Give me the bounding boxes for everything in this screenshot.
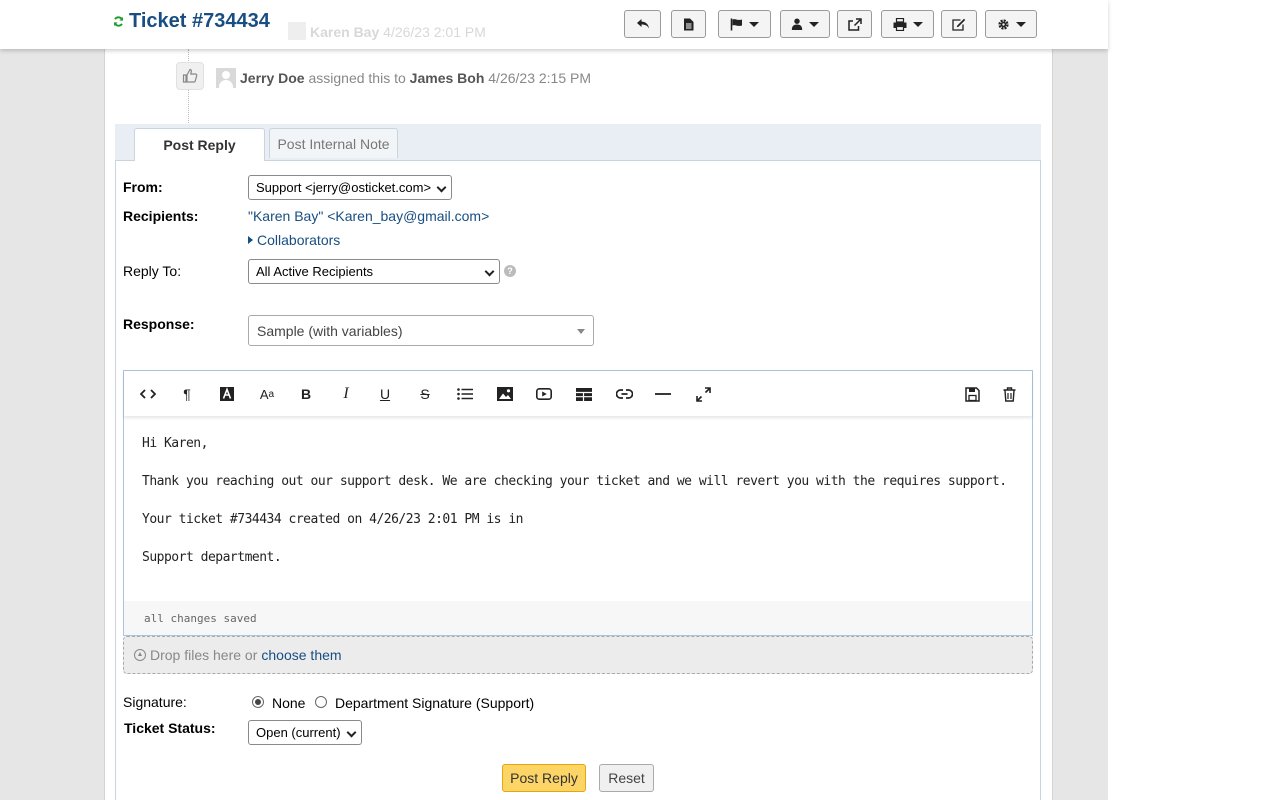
italic-icon[interactable]: I [335,383,357,405]
code-view-icon[interactable] [137,383,159,405]
response-select[interactable]: Sample (with variables) [248,315,594,346]
user-icon [791,18,803,30]
page-title[interactable]: Ticket #734434 [129,10,270,33]
list-icon[interactable] [454,383,476,405]
chevron-down-icon [577,329,585,334]
signature-department-radio[interactable] [315,696,327,708]
ghost-date: 4/26/23 2:01 PM [383,24,486,40]
signature-label: Signature: [123,694,187,710]
strikethrough-icon[interactable]: S [414,383,436,405]
tab-post-internal-note[interactable]: Post Internal Note [269,128,398,158]
editor-paragraph: Support department. [142,550,282,565]
transfer-button[interactable] [837,10,872,38]
upload-icon [134,649,146,661]
from-label: From: [123,179,163,195]
edit-button[interactable] [941,10,977,38]
horizontal-rule-icon[interactable] [652,383,674,405]
link-icon[interactable] [613,383,635,405]
dropzone-text: Drop files here or [150,647,258,663]
reset-button[interactable]: Reset [599,764,654,792]
underline-icon[interactable]: U [374,383,396,405]
gear-icon [997,18,1010,31]
reply-to-label: Reply To: [123,263,182,279]
editor-paragraph: Hi Karen, [142,436,208,451]
choose-files-link[interactable]: choose them [261,647,341,663]
chevron-down-icon [346,727,357,738]
ticket-status-select[interactable]: Open (current) [248,720,362,745]
post-reply-button[interactable]: Post Reply [502,764,586,792]
print-menu-button[interactable] [881,10,934,38]
printer-icon [893,17,907,31]
draft-status: all changes saved [124,601,1032,635]
tab-post-reply[interactable]: Post Reply [134,128,265,161]
chevron-down-icon [1015,21,1026,27]
avatar [216,68,236,88]
caret-right-icon [248,236,253,244]
reply-button[interactable] [624,10,661,38]
reply-icon [636,18,650,30]
table-icon[interactable] [573,383,595,405]
edit-icon [952,18,966,31]
scrolled-entry: Karen Bay 4/26/23 2:01 PM [288,22,486,40]
assign-menu-button[interactable] [780,10,830,38]
editor-paragraph: Your ticket #734434 created on 4/26/23 2… [142,512,523,527]
event-target: James Boh [409,70,485,86]
editor-toolbar: ¶ Aa B I U S [124,371,1032,416]
video-icon[interactable] [533,383,555,405]
editor-content[interactable]: Hi Karen, Thank you reaching out our sup… [142,435,1007,587]
post-note-button[interactable] [671,10,706,38]
reply-editor[interactable]: ¶ Aa B I U S Hi Karen, Thank you reachin… [123,370,1033,636]
event-action: assigned this to [308,70,406,86]
thumbs-up-icon [176,62,204,90]
paragraph-icon[interactable]: ¶ [176,383,198,405]
image-icon[interactable] [494,383,516,405]
chevron-down-icon [484,266,495,277]
ticket-status-label: Ticket Status: [124,720,216,736]
from-select[interactable]: Support <jerry@osticket.com> [248,175,452,200]
ticket-status-value: Open (current) [256,725,341,740]
flag-menu-button[interactable] [718,10,771,38]
title-wrap: Ticket #734434 [113,10,270,33]
settings-menu-button[interactable] [985,10,1037,38]
avatar [288,22,306,40]
response-value: Sample (with variables) [257,322,403,339]
recipients-value[interactable]: "Karen Bay" <Karen_bay@gmail.com> [248,208,489,224]
event-actor: Jerry Doe [240,70,305,86]
ghost-author: Karen Bay [310,24,380,40]
file-dropzone[interactable]: Drop files here or choose them [123,636,1033,674]
trash-icon[interactable] [998,383,1020,405]
response-label: Response: [123,316,195,332]
font-size-icon[interactable]: Aa [255,383,279,405]
editor-paragraph: Thank you reaching out our support desk.… [142,474,1007,489]
save-draft-icon[interactable] [961,383,983,405]
recipients-label: Recipients: [123,208,199,224]
bold-icon[interactable]: B [295,383,317,405]
flag-icon [730,18,743,31]
font-color-icon[interactable] [216,383,238,405]
thread-event: Jerry Doe assigned this to James Boh 4/2… [216,68,591,88]
refresh-icon[interactable] [113,14,124,30]
ticket-header: Karen Bay 4/26/23 2:01 PM Ticket #734434 [0,0,1108,49]
reply-to-select[interactable]: All Active Recipients [248,259,500,284]
help-icon[interactable]: ? [504,265,516,277]
file-icon [683,18,694,31]
chevron-down-icon [436,182,447,193]
chevron-down-icon [912,21,923,27]
signature-none-radio[interactable] [252,696,264,708]
fullscreen-icon[interactable] [692,383,714,405]
collaborators-toggle[interactable]: Collaborators [248,232,340,248]
from-value: Support <jerry@osticket.com> [256,180,432,195]
chevron-down-icon [809,21,819,27]
chevron-down-icon [749,21,759,27]
share-icon [847,17,862,31]
event-timestamp: 4/26/23 2:15 PM [488,70,592,86]
signature-department-label[interactable]: Department Signature (Support) [335,695,534,711]
collaborators-label: Collaborators [257,232,341,248]
reply-to-value: All Active Recipients [256,264,374,279]
signature-none-label[interactable]: None [272,695,305,711]
